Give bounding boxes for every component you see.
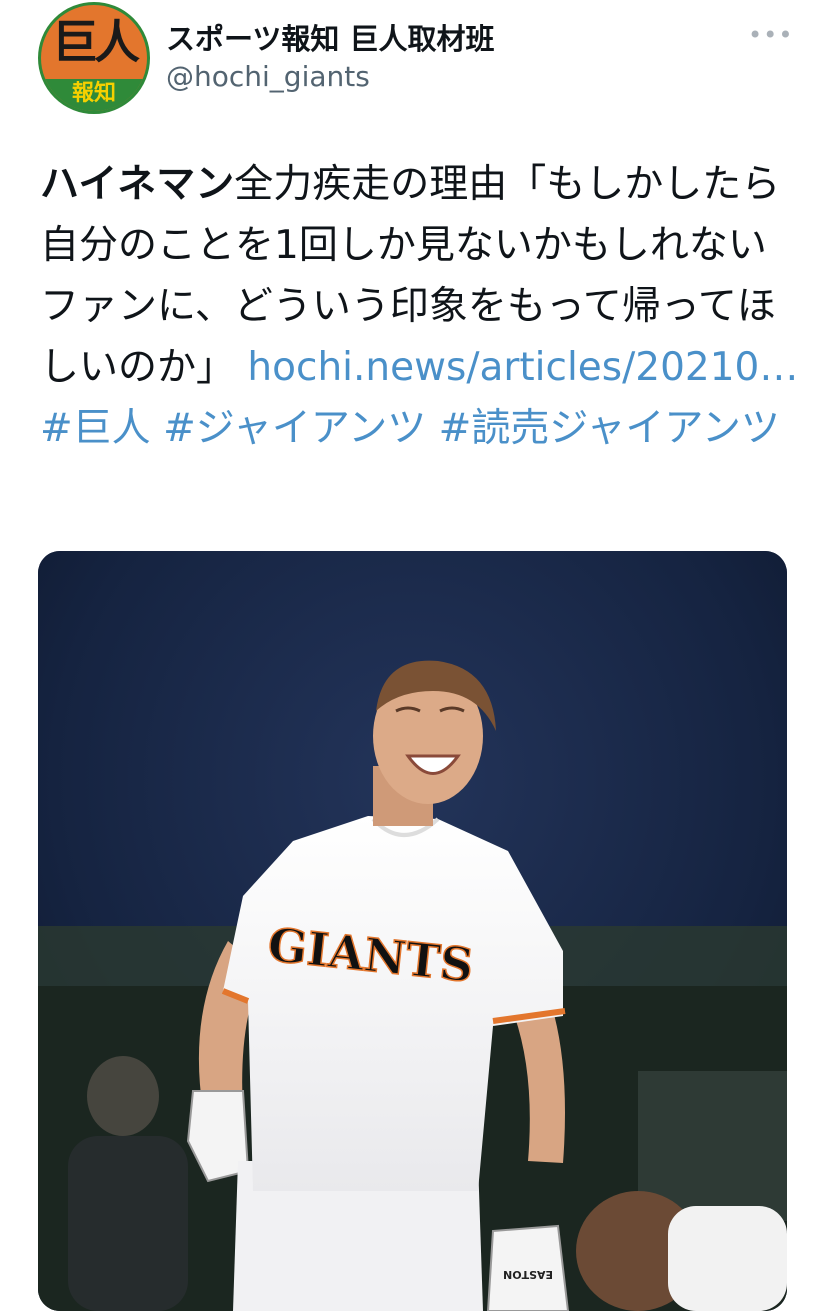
display-name[interactable]: スポーツ報知 巨人取材班 bbox=[166, 16, 495, 58]
user-handle[interactable]: @hochi_giants bbox=[166, 60, 370, 93]
glove-brand: EASTON bbox=[503, 1268, 553, 1281]
avatar[interactable]: 巨人 報知 bbox=[38, 2, 150, 114]
article-link[interactable]: hochi.news/articles/20210… bbox=[247, 345, 798, 390]
avatar-band: 報知 bbox=[41, 79, 147, 111]
more-options-icon[interactable]: ••• bbox=[748, 20, 792, 50]
tweet-photo[interactable]: GIANTS EASTON bbox=[38, 551, 787, 1311]
tweet-text: ハイネマン全力疾走の理由「もしかしたら自分のことを1回しか見ないかもしれないファ… bbox=[40, 154, 800, 459]
hashtag-yomiuri-giants[interactable]: #読売ジャイアンツ bbox=[439, 406, 780, 451]
hashtag-giants[interactable]: #ジャイアンツ bbox=[163, 406, 426, 451]
player-photo-illustration: GIANTS EASTON bbox=[38, 551, 787, 1311]
hashtag-kyojin[interactable]: #巨人 bbox=[40, 406, 151, 451]
avatar-mark: 巨人 bbox=[52, 15, 140, 69]
tweet-header: 巨人 報知 スポーツ報知 巨人取材班 @hochi_giants ••• bbox=[0, 0, 826, 130]
tweet-bold-lead: ハイネマン bbox=[40, 162, 235, 207]
